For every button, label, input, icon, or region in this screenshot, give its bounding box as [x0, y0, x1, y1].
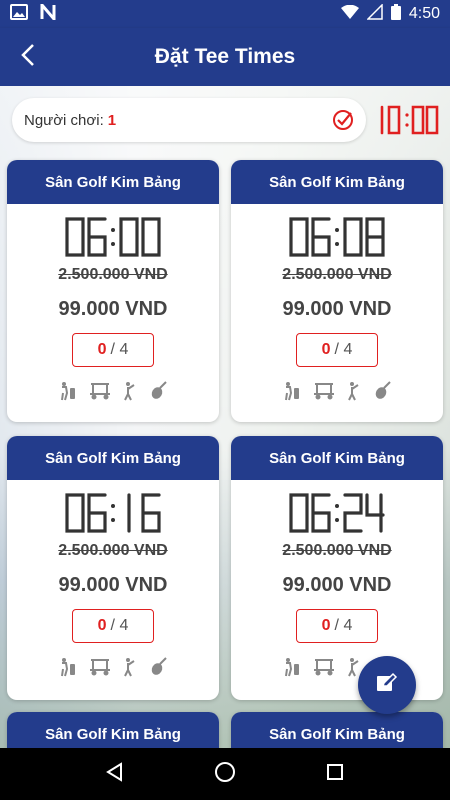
tee-time-digits: [65, 217, 161, 257]
card-course-name: Sân Golf Kim Bảng: [7, 712, 219, 752]
original-price: 2.500.000 VND: [282, 542, 392, 559]
app-bar: Đặt Tee Times: [0, 28, 450, 86]
discount-price: 99.000 VND: [282, 574, 392, 596]
tee-time-text: 06:00: [7, 260, 8, 261]
player-count: 1: [107, 111, 117, 129]
golfer-bag-icon: [58, 657, 78, 677]
slots-capacity: / 4: [110, 341, 129, 358]
card-course-name: Sân Golf Kim Bảng: [231, 712, 443, 752]
discount-price: 99.000 VND: [58, 574, 168, 596]
golf-cart-icon: [88, 381, 110, 401]
nav-home-icon: [214, 761, 236, 788]
card-course-name: Sân Golf Kim Bảng: [7, 436, 219, 480]
tee-time-card[interactable]: Sân Golf Kim Bảng 06:00 2.500.000 VND 99…: [7, 160, 219, 422]
edit-icon: [375, 671, 399, 700]
slot-selector[interactable]: 0 / 4: [72, 609, 154, 643]
page-title: Đặt Tee Times: [154, 45, 296, 68]
golf-club-icon: [372, 381, 392, 401]
golfer-bag-icon: [282, 381, 302, 401]
original-price: 2.500.000 VND: [58, 542, 168, 559]
amenity-icons: [7, 381, 219, 401]
tee-time-text: 06:16: [7, 536, 8, 537]
status-bar: 4:50: [0, 0, 450, 28]
tee-time-card[interactable]: Sân Golf Kim Bảng: [7, 712, 219, 752]
countdown-digits: [380, 105, 439, 135]
card-course-name: Sân Golf Kim Bảng: [231, 160, 443, 204]
tee-time-card[interactable]: Sân Golf Kim Bảng: [231, 712, 443, 752]
back-button[interactable]: [0, 28, 56, 86]
player-label: Người chơi:: [24, 111, 104, 129]
nav-back-button[interactable]: [95, 754, 135, 794]
tee-time-text: 06:08: [231, 260, 232, 261]
player-count-bar: Người chơi: 1: [12, 98, 366, 142]
back-arrow-icon: [21, 43, 35, 72]
card-course-name: Sân Golf Kim Bảng: [231, 436, 443, 480]
countdown-timer: 10:00: [376, 100, 440, 140]
battery-icon: [390, 3, 401, 25]
slots-capacity: / 4: [110, 617, 129, 634]
wifi-icon: [340, 4, 359, 24]
original-price: 2.500.000 VND: [58, 266, 168, 283]
slots-booked: 0: [321, 617, 331, 634]
original-price: 2.500.000 VND: [282, 266, 392, 283]
slots-booked: 0: [97, 341, 107, 358]
golfer-bag-icon: [58, 381, 78, 401]
golf-club-icon: [148, 381, 168, 401]
slot-selector[interactable]: 0 / 4: [72, 333, 154, 367]
amenity-icons: [7, 657, 219, 677]
notification-n-icon: [40, 0, 56, 25]
nav-recents-icon: [326, 763, 344, 786]
caddie-icon: [342, 381, 362, 401]
tee-time-card[interactable]: Sân Golf Kim Bảng 06:08 2.500.000 VND 99…: [231, 160, 443, 422]
card-course-name: Sân Golf Kim Bảng: [7, 160, 219, 204]
signal-icon: [366, 2, 383, 25]
status-time: 4:50: [408, 5, 440, 22]
tee-time-text: 06:24: [231, 536, 232, 537]
caddie-icon: [118, 381, 138, 401]
nav-back-icon: [105, 761, 125, 787]
image-icon: [10, 3, 28, 25]
slot-selector[interactable]: 0 / 4: [296, 609, 378, 643]
golf-cart-icon: [88, 657, 110, 677]
slots-booked: 0: [321, 341, 331, 358]
golf-cart-icon: [312, 657, 334, 677]
golfer-bag-icon: [282, 657, 302, 677]
check-circle-icon[interactable]: [332, 109, 354, 131]
nav-recents-button[interactable]: [315, 754, 355, 794]
tee-time-digits: [65, 493, 161, 533]
slots-capacity: / 4: [334, 341, 353, 358]
golf-club-icon: [148, 657, 168, 677]
slots-booked: 0: [97, 617, 107, 634]
tee-time-digits: [289, 493, 385, 533]
edit-fab-button[interactable]: [358, 656, 416, 714]
caddie-icon: [118, 657, 138, 677]
discount-price: 99.000 VND: [58, 298, 168, 320]
discount-price: 99.000 VND: [282, 298, 392, 320]
system-nav-bar: [0, 748, 450, 800]
amenity-icons: [231, 381, 443, 401]
slot-selector[interactable]: 0 / 4: [296, 333, 378, 367]
slots-capacity: / 4: [334, 617, 353, 634]
tee-time-card[interactable]: Sân Golf Kim Bảng 06:24 2.500.000 VND 99…: [231, 436, 443, 700]
tee-time-card[interactable]: Sân Golf Kim Bảng 06:16 2.500.000 VND 99…: [7, 436, 219, 700]
nav-home-button[interactable]: [205, 754, 245, 794]
golf-cart-icon: [312, 381, 334, 401]
tee-time-digits: [289, 217, 385, 257]
